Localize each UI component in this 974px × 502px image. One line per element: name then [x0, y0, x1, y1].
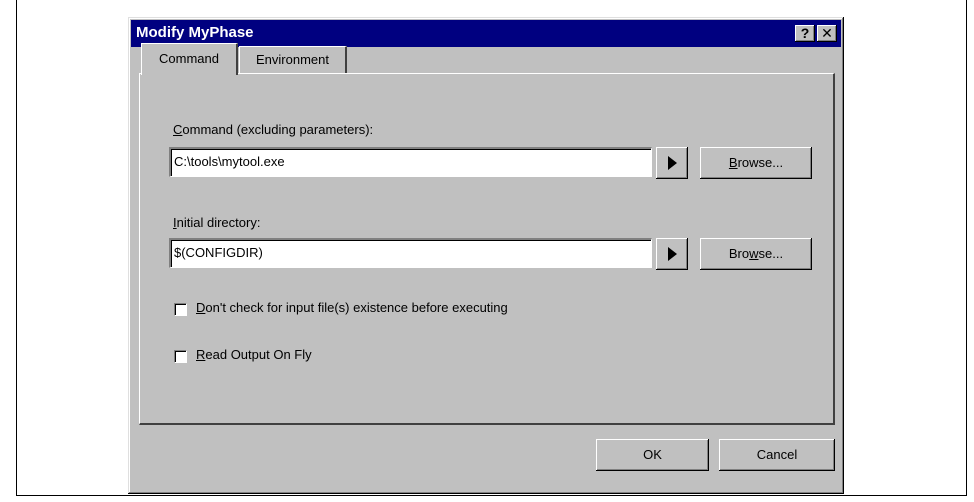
- command-browse-button[interactable]: Browse...: [700, 147, 812, 179]
- arrow-right-icon: [668, 156, 677, 170]
- initial-directory-label: Initial directory:: [173, 215, 261, 230]
- tab-environment[interactable]: Environment: [239, 46, 347, 74]
- close-button[interactable]: ✕: [817, 25, 837, 42]
- dialog-title: Modify MyPhase: [136, 24, 254, 41]
- cancel-button[interactable]: Cancel: [719, 439, 835, 471]
- arrow-right-icon: [668, 247, 677, 261]
- initial-directory-insert-macro-button[interactable]: [656, 238, 688, 270]
- tab-environment-label: Environment: [256, 52, 329, 67]
- initial-directory-browse-button[interactable]: Browse...: [700, 238, 812, 270]
- read-output-on-fly-label: Read Output On Fly: [196, 347, 312, 362]
- command-insert-macro-button[interactable]: [656, 147, 688, 179]
- ok-button[interactable]: OK: [596, 439, 709, 471]
- tab-command-label: Command: [159, 51, 219, 66]
- command-label: Command (excluding parameters):: [173, 122, 374, 137]
- command-input[interactable]: C:\tools\mytool.exe: [169, 147, 652, 177]
- dont-check-input-label: Don't check for input file(s) existence …: [196, 300, 508, 315]
- tab-command[interactable]: Command: [141, 43, 238, 75]
- help-button[interactable]: ?: [795, 25, 815, 42]
- read-output-on-fly-checkbox[interactable]: [174, 350, 187, 363]
- initial-directory-input[interactable]: $(CONFIGDIR): [169, 238, 652, 268]
- dont-check-input-checkbox[interactable]: [174, 303, 187, 316]
